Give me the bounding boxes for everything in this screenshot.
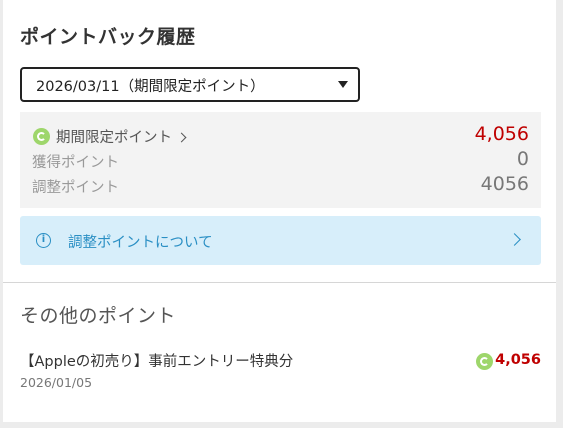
caret-down-icon — [338, 81, 348, 88]
point-summary: 期間限定ポイント 4,056 獲得ポイント 0 調整ポイント 4056 — [20, 112, 541, 208]
page-title: ポイントバック履歴 — [20, 26, 196, 48]
point-coin-icon — [33, 128, 50, 145]
adjusted-points-value: 4056 — [480, 173, 529, 195]
limited-points-row[interactable]: 期間限定ポイント 4,056 — [20, 123, 541, 148]
earned-points-row: 獲得ポイント 0 — [20, 148, 541, 173]
chevron-right-icon — [508, 233, 521, 246]
period-select-value: 2026/03/11（期間限定ポイント） — [36, 79, 265, 95]
section-divider — [3, 282, 556, 283]
other-points-title: その他のポイント — [20, 305, 177, 327]
other-point-name: 【Appleの初売り】事前エントリー特典分 — [20, 354, 294, 370]
earned-points-value: 0 — [516, 148, 529, 170]
adjusted-points-row: 調整ポイント 4056 — [20, 173, 541, 198]
earned-points-label: 獲得ポイント — [32, 155, 119, 171]
chevron-right-icon — [176, 132, 187, 143]
other-point-date: 2026/01/05 — [20, 375, 93, 390]
limited-points-value: 4,056 — [474, 123, 529, 145]
point-history-card: ポイントバック履歴 2026/03/11（期間限定ポイント） 期間限定ポイント … — [3, 0, 556, 422]
info-icon: i — [36, 233, 51, 248]
period-select[interactable]: 2026/03/11（期間限定ポイント） — [20, 67, 360, 102]
adjusted-points-info-link[interactable]: i 調整ポイントについて — [20, 216, 541, 265]
point-coin-icon — [476, 353, 493, 370]
info-link-label: 調整ポイントについて — [68, 235, 213, 251]
adjusted-points-label: 調整ポイント — [32, 180, 119, 196]
other-point-value: 4,056 — [495, 352, 541, 368]
limited-points-label: 期間限定ポイント — [56, 126, 187, 147]
list-item[interactable]: 【Appleの初売り】事前エントリー特典分 2026/01/05 4,056 — [20, 350, 541, 394]
